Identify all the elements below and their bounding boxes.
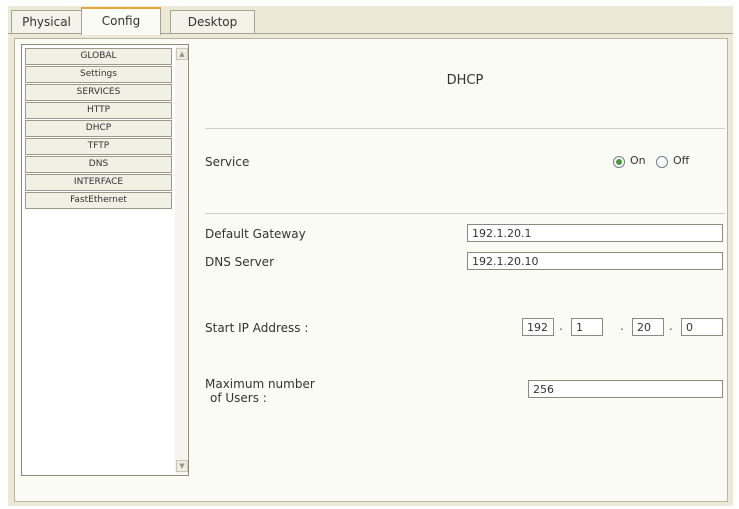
default-gateway-input[interactable]: 192.1.20.1 (467, 224, 723, 242)
sidebar-item-services[interactable]: SERVICES (25, 84, 172, 101)
service-off-radio[interactable] (656, 156, 668, 168)
tab-physical[interactable]: Physical (11, 10, 82, 33)
page-title: DHCP (446, 73, 484, 88)
default-gateway-label: Default Gateway (205, 227, 306, 241)
radio-selected-dot-icon (616, 159, 622, 165)
device-config-window: Physical Config Desktop GLOBAL Settings … (8, 6, 733, 506)
tab-desktop[interactable]: Desktop (170, 10, 255, 33)
sidebar-item-interface[interactable]: INTERFACE (25, 174, 172, 191)
sidebar-scrollbar[interactable]: ▲ ▼ (175, 46, 188, 474)
start-ip-octet-3[interactable]: 20 (632, 318, 664, 336)
service-label: Service (205, 155, 250, 169)
sidebar-item-dhcp[interactable]: DHCP (25, 120, 172, 137)
start-ip-octet-2[interactable]: 1 (571, 318, 603, 336)
sidebar-item-settings[interactable]: Settings (25, 66, 172, 83)
service-off-label: Off (673, 154, 690, 167)
divider (205, 128, 725, 129)
scroll-up-arrow-icon[interactable]: ▲ (176, 48, 188, 60)
dns-server-label: DNS Server (205, 255, 274, 269)
divider (205, 213, 725, 214)
config-panel: GLOBAL Settings SERVICES HTTP DHCP TFTP … (14, 38, 728, 502)
service-on-radio[interactable] (613, 156, 625, 168)
start-ip-label: Start IP Address : (205, 321, 309, 335)
sidebar-item-dns[interactable]: DNS (25, 156, 172, 173)
config-sidebar-list: GLOBAL Settings SERVICES HTTP DHCP TFTP … (21, 44, 189, 476)
ip-dot-separator: . (620, 319, 624, 333)
sidebar-item-http[interactable]: HTTP (25, 102, 172, 119)
start-ip-octet-1[interactable]: 192 (522, 318, 554, 336)
ip-dot-separator: . (669, 319, 673, 333)
max-users-label-line2: of Users : (210, 391, 267, 405)
scroll-down-arrow-icon[interactable]: ▼ (176, 460, 188, 472)
ip-dot-separator: . (559, 319, 563, 333)
start-ip-octet-4[interactable]: 0 (681, 318, 723, 336)
max-users-label-line1: Maximum number (205, 377, 315, 391)
sidebar-item-global[interactable]: GLOBAL (25, 48, 172, 65)
tab-config[interactable]: Config (81, 7, 161, 35)
dns-server-input[interactable]: 192.1.20.10 (467, 252, 723, 270)
service-on-label: On (630, 154, 646, 167)
sidebar-item-tftp[interactable]: TFTP (25, 138, 172, 155)
sidebar-item-fastethernet[interactable]: FastEthernet (25, 192, 172, 209)
tab-bar: Physical Config Desktop (8, 6, 733, 35)
max-users-input[interactable]: 256 (528, 380, 723, 398)
